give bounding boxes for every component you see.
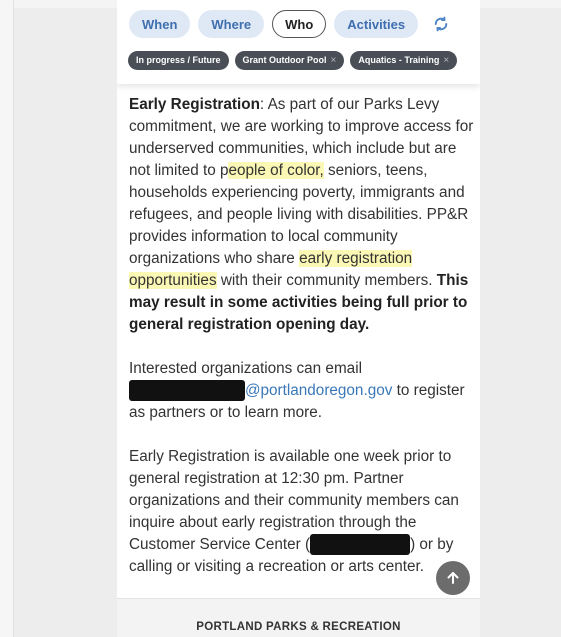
redacted-phone-number [310, 534, 411, 556]
close-icon[interactable]: × [331, 51, 337, 70]
highlighted-text: opportunities [129, 272, 217, 289]
scroll-to-top-button[interactable] [436, 561, 470, 595]
site-footer: PORTLAND PARKS & RECREATION [117, 598, 480, 637]
highlighted-text: eople of color, [228, 162, 324, 179]
email-link[interactable]: @portlandoregon.gov [245, 382, 392, 399]
chip-label: In progress / Future [136, 55, 221, 65]
early-registration-paragraph: Early Registration: As part of our Parks… [129, 94, 474, 336]
filter-bar: When Where Who Activities In progress / … [117, 0, 480, 84]
screenshot-left-edge [0, 0, 14, 637]
arrow-up-icon [447, 572, 459, 584]
redacted-email-user [129, 380, 245, 402]
chip-status[interactable]: In progress / Future [128, 51, 229, 70]
highlighted-text: early registration [299, 250, 413, 267]
tab-where[interactable]: Where [198, 10, 265, 38]
refresh-icon[interactable] [426, 10, 456, 38]
close-icon[interactable]: × [443, 51, 449, 70]
chip-label: Aquatics - Training [358, 55, 440, 65]
registration-info: Early Registration: As part of our Parks… [129, 94, 474, 600]
mobile-page: When Where Who Activities In progress / … [117, 0, 480, 637]
tab-when[interactable]: When [129, 10, 191, 38]
chip-label: Grant Outdoor Pool [242, 55, 327, 65]
filter-tabs: When Where Who Activities [129, 10, 456, 38]
tab-activities[interactable]: Activities [334, 10, 419, 38]
text-segment: with their community members. [216, 272, 437, 289]
availability-paragraph: Early Registration is available one week… [129, 446, 474, 578]
footer-title: PORTLAND PARKS & RECREATION [196, 621, 401, 633]
contact-paragraph: Interested organizations can email @port… [129, 358, 474, 424]
tab-who[interactable]: Who [272, 10, 327, 38]
text-segment: Interested organizations can email [129, 360, 362, 377]
chip-location[interactable]: Grant Outdoor Pool × [234, 51, 345, 70]
chip-category[interactable]: Aquatics - Training × [350, 51, 458, 70]
paragraph-lead: Early Registration [129, 96, 260, 113]
active-filter-chips: In progress / Future Grant Outdoor Pool ×… [128, 51, 458, 70]
